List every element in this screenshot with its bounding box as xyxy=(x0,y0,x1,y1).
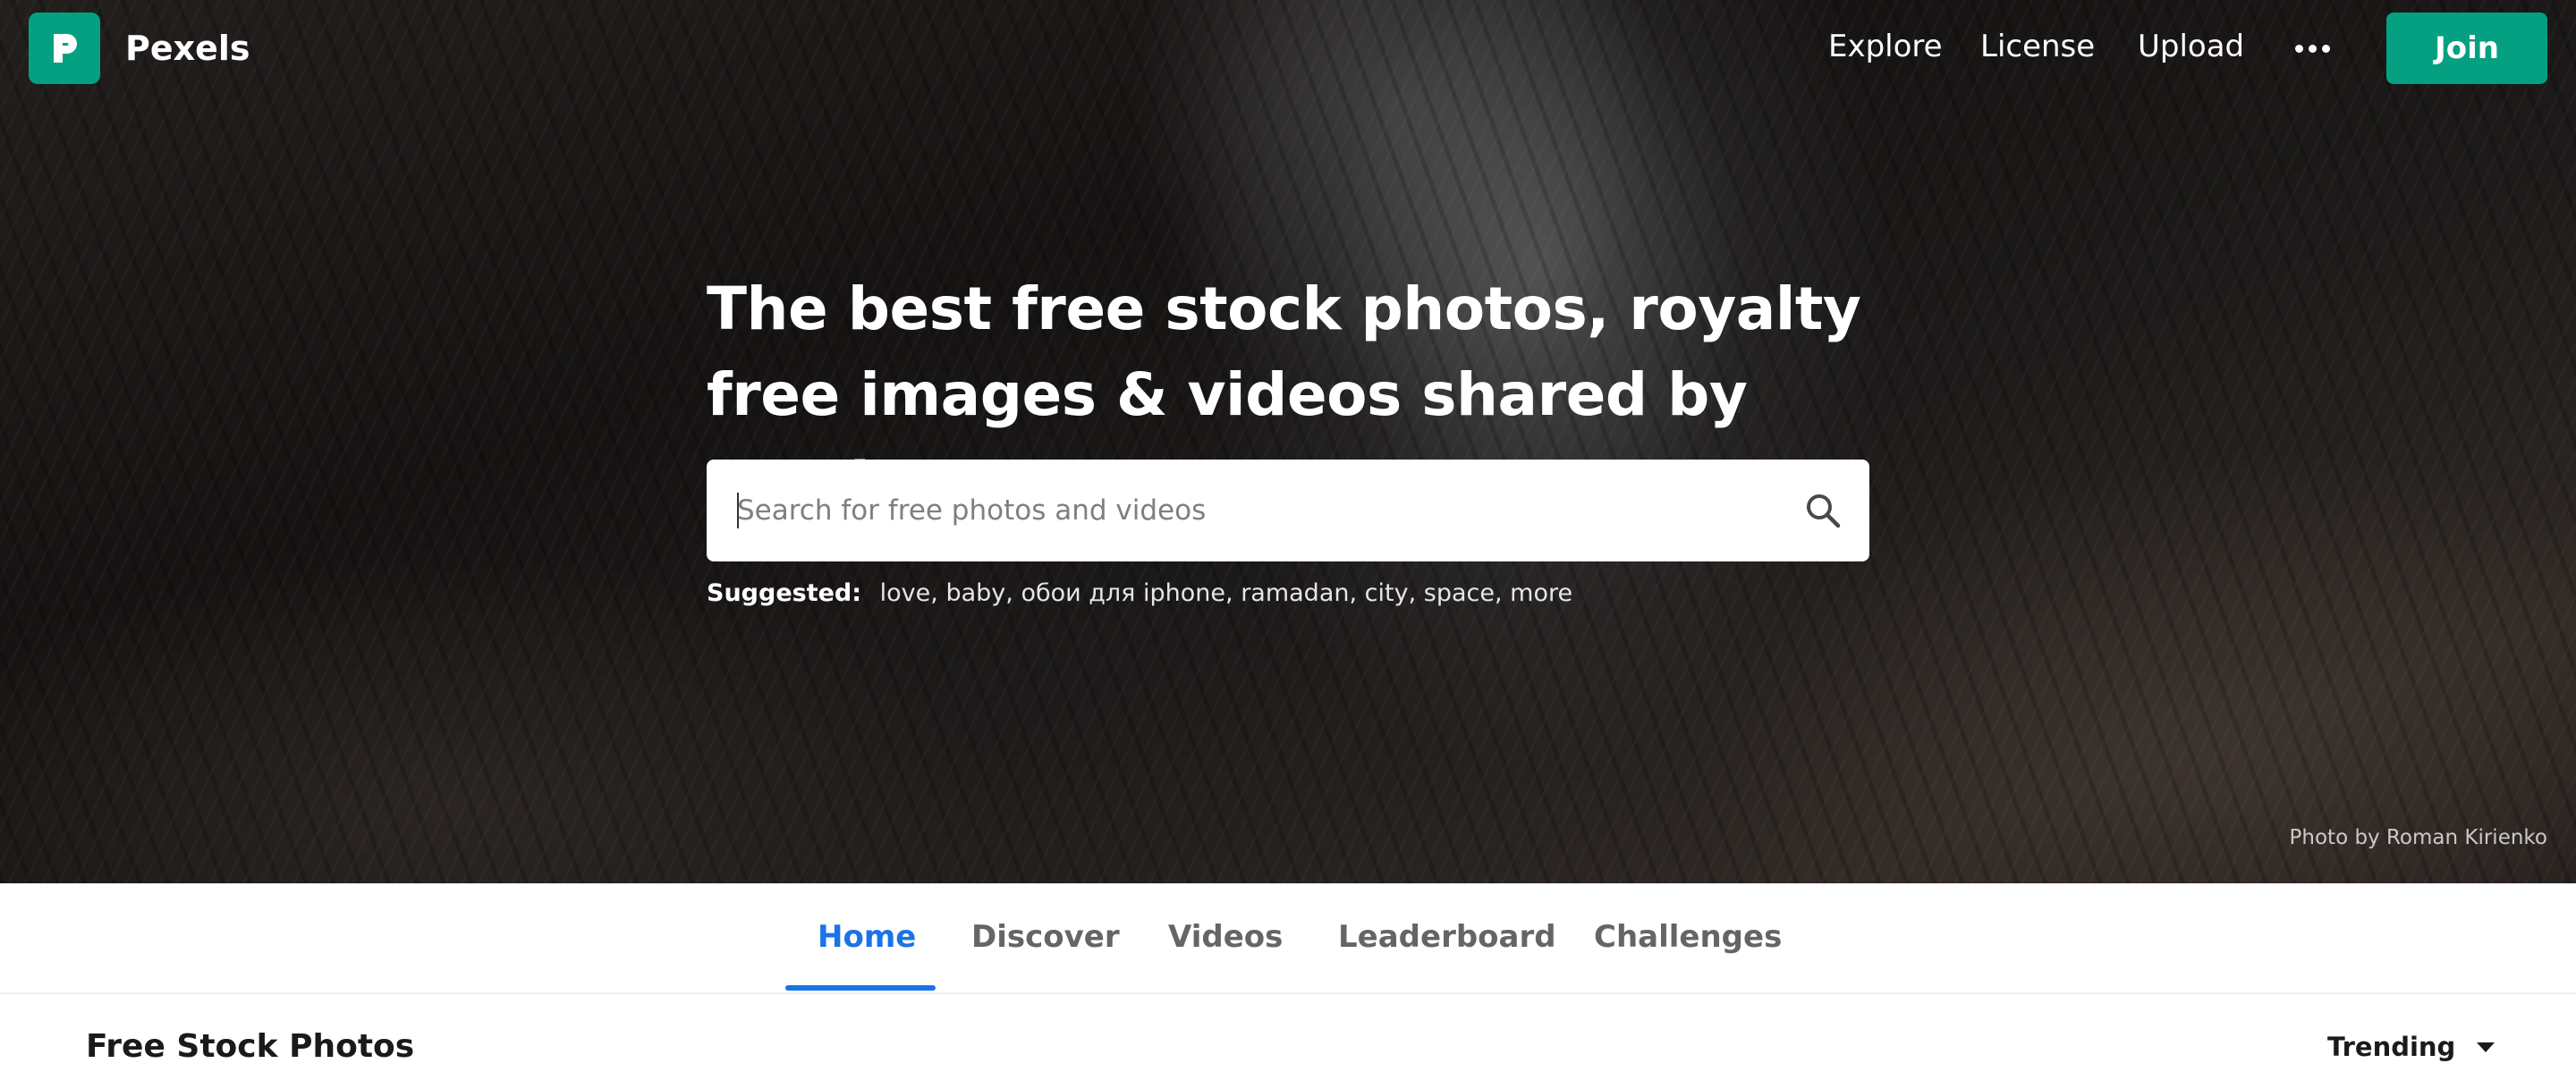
suggestion-link[interactable]: love xyxy=(880,579,931,607)
tab-discover[interactable]: Discover xyxy=(971,919,1120,955)
more-dots-icon[interactable] xyxy=(2295,32,2331,64)
sort-dropdown-label: Trending xyxy=(2327,1032,2456,1062)
nav-upload-link[interactable]: Upload xyxy=(2138,29,2244,64)
nav-license-link[interactable]: License xyxy=(1980,29,2095,64)
section-tabs: Home Discover Videos Leaderboard Challen… xyxy=(0,883,2576,994)
nav-explore-link[interactable]: Explore xyxy=(1828,29,1943,64)
search-icon[interactable] xyxy=(1794,482,1852,539)
suggestion-link[interactable]: обои для iphone xyxy=(1021,579,1225,607)
sort-dropdown[interactable]: Trending xyxy=(2327,1032,2496,1062)
pexels-logo-icon[interactable] xyxy=(29,13,100,84)
suggestion-link[interactable]: space xyxy=(1424,579,1495,607)
join-button[interactable]: Join xyxy=(2386,13,2547,84)
search-bar xyxy=(707,460,1869,561)
tab-videos[interactable]: Videos xyxy=(1168,919,1283,955)
chevron-down-icon xyxy=(2477,1042,2496,1052)
tab-leaderboard[interactable]: Leaderboard xyxy=(1338,919,1556,955)
suggestion-link[interactable]: baby xyxy=(945,579,1005,607)
suggestion-more-link[interactable]: more xyxy=(1510,579,1572,607)
suggested-label: Suggested: xyxy=(707,579,862,607)
brand-name[interactable]: Pexels xyxy=(125,29,250,68)
photo-credit-link[interactable]: Photo by Roman Kirienko xyxy=(2290,826,2547,849)
page-section-title: Free Stock Photos xyxy=(86,1028,415,1065)
suggestion-link[interactable]: city xyxy=(1365,579,1409,607)
top-navigation: Pexels Explore License Upload Join xyxy=(0,0,2576,98)
suggestion-link[interactable]: ramadan xyxy=(1241,579,1349,607)
search-input[interactable] xyxy=(735,460,1773,561)
hero-banner: Pexels Explore License Upload Join The b… xyxy=(0,0,2576,883)
active-tab-indicator xyxy=(785,985,936,991)
tab-home[interactable]: Home xyxy=(818,919,916,955)
text-cursor xyxy=(737,493,739,528)
tab-challenges[interactable]: Challenges xyxy=(1594,919,1782,955)
suggested-searches: Suggested: love, baby, обои для iphone, … xyxy=(707,579,1573,607)
